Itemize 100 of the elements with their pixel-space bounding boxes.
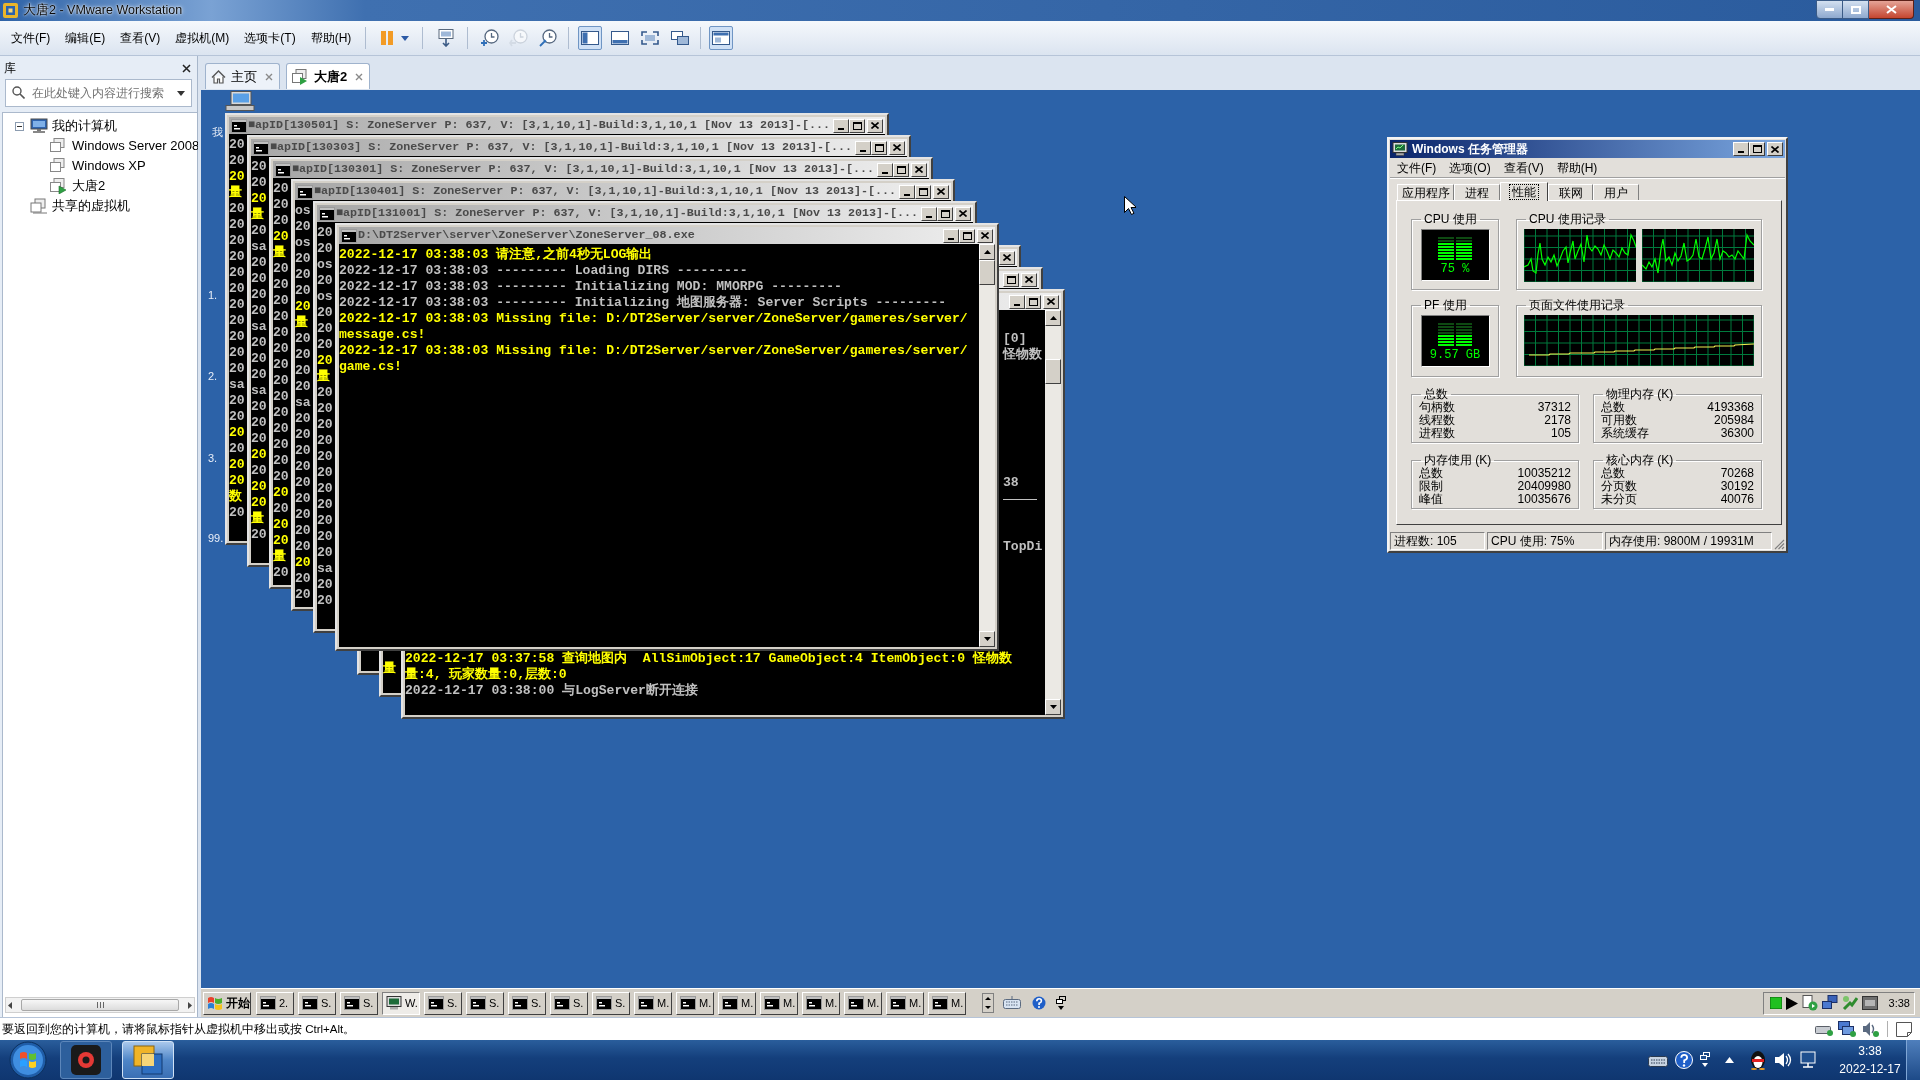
scroll-down-button[interactable] [979, 631, 995, 647]
start-button[interactable]: 开始 [203, 991, 251, 1015]
library-view-button[interactable] [578, 26, 603, 50]
taskbar-button[interactable] [60, 1041, 112, 1079]
console-line: 量 [229, 185, 242, 201]
taskbar-button[interactable]: M. [886, 991, 924, 1015]
console-icon [260, 996, 276, 1010]
menu-item[interactable]: 帮助(H) [310, 30, 352, 46]
scroll-up-button[interactable] [979, 244, 995, 260]
maximize-button[interactable] [1843, 0, 1869, 19]
keyboard-icon[interactable] [1003, 996, 1021, 1010]
taskbar-button[interactable]: S. [424, 991, 462, 1015]
up-arrow-icon[interactable] [1725, 1057, 1734, 1063]
screen-icon[interactable] [1862, 996, 1878, 1010]
menu-item[interactable]: 文件(F) [11, 30, 51, 46]
clock-date[interactable]: 2022-12-17 [1839, 1060, 1901, 1078]
window-panel-icon [712, 31, 731, 45]
minimize-icon [882, 171, 888, 174]
taskbar-button[interactable]: M. [928, 991, 966, 1015]
message-icon[interactable] [1896, 1021, 1912, 1037]
clock-time[interactable]: 3:38 [1858, 1042, 1882, 1060]
tab[interactable]: 性能 [1500, 182, 1548, 201]
start-orb-icon[interactable] [9, 1041, 47, 1079]
taskbar-button[interactable]: M. [760, 991, 798, 1015]
horizontal-scrollbar[interactable] [5, 997, 195, 1013]
taskbar-button[interactable]: S. [466, 991, 504, 1015]
scroll-down-button[interactable] [1045, 699, 1061, 715]
console-line: 20 [273, 293, 289, 309]
menu-item[interactable]: 帮助(H) [1556, 160, 1598, 175]
tab[interactable]: 用户 [1593, 184, 1639, 200]
minimize-button[interactable] [1816, 0, 1843, 19]
help-icon[interactable] [1675, 1051, 1693, 1069]
menu-item[interactable]: 编辑(E) [65, 30, 106, 46]
tab[interactable]: 主页 [205, 63, 280, 89]
help-icon[interactable] [1032, 996, 1046, 1010]
console-line: 20 [273, 357, 289, 373]
network-adapter-icon[interactable] [1838, 1021, 1856, 1037]
close-tab-icon[interactable] [265, 72, 273, 81]
taskbar-button[interactable]: S. [592, 991, 630, 1015]
console-icon [932, 996, 948, 1010]
taskbar-button[interactable]: 2. [256, 991, 294, 1015]
console-line: 20 [273, 453, 289, 469]
menu-item[interactable]: 查看(V) [120, 30, 161, 46]
tab[interactable]: 大唐2 [286, 63, 371, 89]
resize-grip-icon[interactable] [1774, 539, 1785, 550]
network-icon[interactable] [1799, 1051, 1817, 1069]
close-button[interactable] [1869, 0, 1914, 19]
restore-icon[interactable] [1700, 1052, 1710, 1068]
speaker-icon[interactable] [1861, 1021, 1879, 1037]
tree-item[interactable]: 大唐2 [72, 178, 106, 194]
scrollbar-thumb[interactable] [21, 999, 179, 1011]
taskbar-button[interactable]: S. [550, 991, 588, 1015]
caret-icon[interactable] [177, 91, 185, 96]
scroll-arrows-icon[interactable] [982, 993, 994, 1013]
scroll-up-button[interactable] [1045, 310, 1061, 326]
menu-item[interactable]: 选项(O) [1449, 160, 1491, 175]
taskbar-button[interactable]: S. [340, 991, 378, 1015]
right-arrow-icon[interactable] [188, 1001, 192, 1009]
taskbar-button[interactable]: M. [634, 991, 672, 1015]
computer-icon[interactable] [225, 91, 255, 111]
taskbar-button[interactable]: M. [676, 991, 714, 1015]
search-field[interactable]: 在此处键入内容进行搜索 [5, 79, 192, 107]
tree-item[interactable]: 共享的虚拟机 [52, 198, 130, 214]
close-tab-icon[interactable] [355, 72, 364, 81]
console-line: 20 [273, 501, 289, 517]
network-icon[interactable] [1822, 995, 1838, 1011]
vertical-scrollbar[interactable] [1045, 310, 1061, 715]
collapse-icon[interactable] [15, 121, 24, 131]
console-line: 20 [251, 399, 267, 415]
tab[interactable]: 应用程序 [1397, 184, 1454, 200]
menu-item[interactable]: 文件(F) [1397, 160, 1437, 175]
show-desktop-button[interactable] [1906, 1040, 1920, 1080]
menu-item[interactable]: 选项卡(T) [244, 30, 296, 46]
stat-label: 句柄数 [1419, 401, 1455, 414]
taskbar-button[interactable]: S. [508, 991, 546, 1015]
console-line: 20 [295, 491, 311, 507]
volume-icon[interactable] [1774, 1052, 1792, 1068]
tree-item[interactable]: Windows Server 2008 [72, 138, 200, 154]
close-icon[interactable] [182, 63, 191, 73]
tree-item[interactable]: Windows XP [72, 158, 146, 174]
vertical-scrollbar[interactable] [979, 244, 995, 647]
menu-item[interactable]: 查看(V) [1503, 160, 1544, 175]
document-play-icon[interactable] [1802, 995, 1818, 1011]
console-line: [0] [1003, 331, 1027, 347]
taskbar-button[interactable]: M. [844, 991, 882, 1015]
keyboard-icon[interactable] [1648, 1053, 1668, 1067]
taskbar-button[interactable]: M. [802, 991, 840, 1015]
group-title: CPU 使用记录 [1528, 212, 1607, 226]
play-icon[interactable] [1786, 996, 1798, 1010]
menu-item[interactable]: 虚拟机(M) [175, 30, 230, 46]
tab[interactable]: 联网 [1548, 184, 1593, 200]
taskbar-button[interactable]: W. [382, 991, 420, 1015]
tree-item[interactable]: 我的计算机 [52, 118, 117, 134]
penguin-icon[interactable] [1749, 1050, 1767, 1070]
restore-icon[interactable] [1056, 996, 1066, 1010]
taskbar-button[interactable]: S. [298, 991, 336, 1015]
taskbar-button[interactable]: M. [718, 991, 756, 1015]
left-arrow-icon[interactable] [8, 1001, 12, 1009]
console-view-button[interactable] [709, 26, 734, 50]
pause-icon [381, 31, 394, 45]
